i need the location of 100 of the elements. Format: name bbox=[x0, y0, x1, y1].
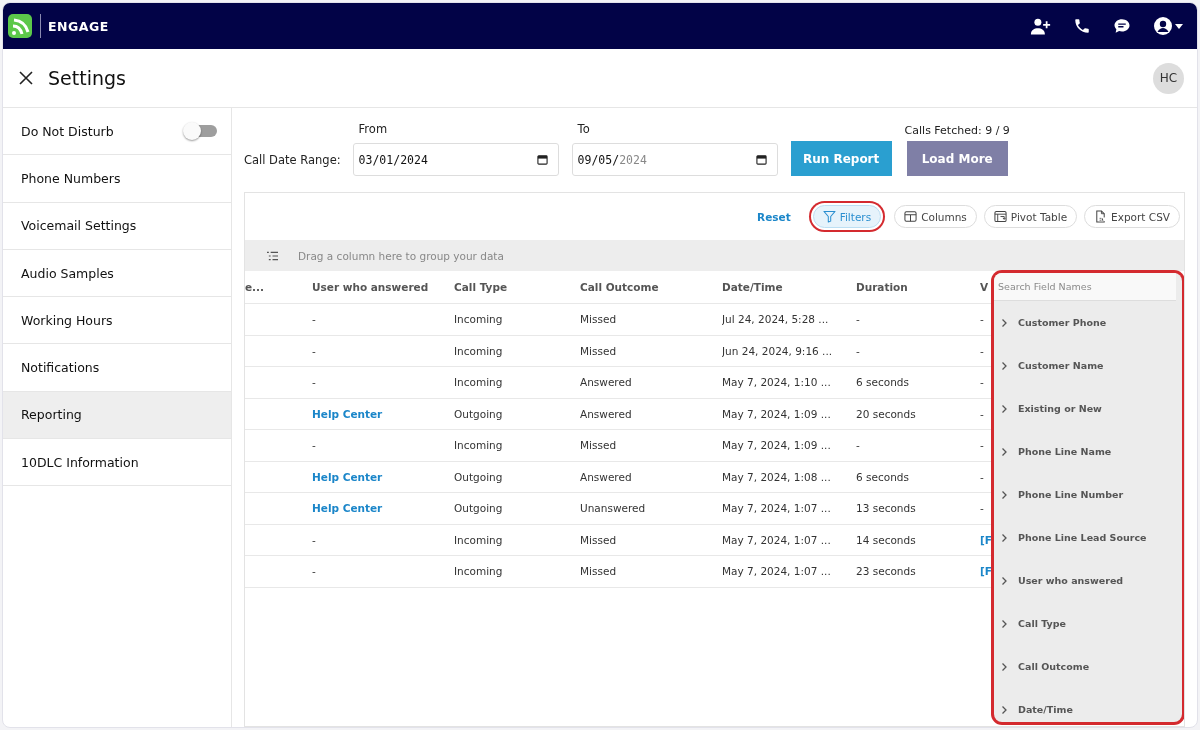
table-cell: Outgoing bbox=[454, 502, 503, 515]
close-icon[interactable] bbox=[19, 71, 33, 85]
date-field[interactable]: 09/05/2024 bbox=[571, 143, 778, 176]
filter-icon bbox=[822, 210, 836, 223]
field-name[interactable]: Date/Time bbox=[1018, 704, 1073, 715]
table-cell: Answered bbox=[580, 407, 632, 420]
table-cell: Missed bbox=[580, 439, 617, 452]
load-more-button[interactable]: Load More bbox=[906, 141, 1008, 176]
field-name[interactable]: Phone Line Number bbox=[1018, 489, 1124, 500]
column-header[interactable]: Duration bbox=[856, 281, 908, 293]
field-name[interactable]: Existing or New bbox=[1018, 403, 1102, 414]
table-cell: - bbox=[980, 439, 984, 452]
field-name[interactable]: Customer Phone bbox=[1018, 317, 1107, 328]
chevron-icon[interactable] bbox=[1000, 489, 1008, 500]
table-cell: - bbox=[312, 313, 316, 326]
calendar-icon bbox=[536, 154, 548, 165]
column-header[interactable]: V bbox=[980, 281, 989, 293]
column-header[interactable]: e... bbox=[245, 281, 265, 293]
table-cell: Answered bbox=[580, 376, 632, 389]
sidebar-item[interactable]: Phone Numbers bbox=[3, 155, 231, 203]
table-cell: - bbox=[980, 407, 984, 420]
table-cell: Outgoing bbox=[454, 470, 503, 483]
chevron-icon[interactable] bbox=[1000, 704, 1008, 715]
column-header[interactable]: User who answered bbox=[312, 281, 429, 293]
chevron-icon[interactable] bbox=[1000, 446, 1008, 457]
link[interactable]: [F bbox=[980, 565, 992, 578]
table-cell: May 7, 2024, 1:10 ... bbox=[722, 376, 831, 389]
field-name[interactable]: Customer Name bbox=[1018, 360, 1104, 371]
chevron-icon[interactable] bbox=[1000, 618, 1008, 629]
chevron-icon[interactable] bbox=[1000, 403, 1008, 414]
columns-button[interactable]: Columns bbox=[894, 205, 977, 228]
table-cell: Incoming bbox=[454, 565, 503, 578]
chevron-icon[interactable] bbox=[1000, 360, 1008, 371]
table-cell: - bbox=[980, 344, 984, 357]
table-cell: May 7, 2024, 1:09 ... bbox=[722, 407, 831, 420]
calendar-icon bbox=[755, 154, 767, 165]
link[interactable]: Help Center bbox=[312, 470, 383, 483]
field-name[interactable]: Call Type bbox=[1018, 618, 1066, 629]
sidebar-item[interactable]: 10DLC Information bbox=[3, 439, 231, 487]
page-title: Settings bbox=[48, 67, 127, 89]
chat-icon[interactable] bbox=[1113, 17, 1131, 35]
field-name[interactable]: User who answered bbox=[1018, 575, 1124, 586]
phone-icon[interactable] bbox=[1073, 17, 1091, 35]
table-cell: - bbox=[856, 313, 860, 326]
table-cell: - bbox=[980, 313, 984, 326]
pivot-table-button[interactable]: Pivot Table bbox=[983, 205, 1078, 228]
sidebar-item[interactable]: Notifications bbox=[3, 344, 231, 392]
group-hint: Drag a column here to group your data bbox=[298, 249, 504, 262]
pivot-table-icon bbox=[993, 210, 1007, 223]
table-cell: - bbox=[856, 344, 860, 357]
field-name[interactable]: Call Outcome bbox=[1018, 661, 1090, 672]
table-cell: Incoming bbox=[454, 313, 503, 326]
chevron-icon[interactable] bbox=[1000, 575, 1008, 586]
sidebar-item[interactable]: Reporting bbox=[3, 391, 231, 440]
table-cell: May 7, 2024, 1:07 ... bbox=[722, 533, 831, 546]
table-cell: 6 seconds bbox=[856, 376, 909, 389]
chevron-icon[interactable] bbox=[1000, 661, 1008, 672]
table-cell: - bbox=[312, 439, 316, 452]
table-cell: - bbox=[980, 376, 984, 389]
link[interactable]: Help Center bbox=[312, 407, 383, 420]
table-cell: 14 seconds bbox=[856, 533, 916, 546]
table-cell: - bbox=[312, 565, 316, 578]
reset-link[interactable]: Reset bbox=[757, 210, 791, 223]
sidebar-item[interactable]: Voicemail Settings bbox=[3, 202, 231, 250]
columns-icon bbox=[904, 210, 918, 223]
export-csv-button[interactable]: Export CSV bbox=[1084, 205, 1180, 228]
link[interactable]: Help Center bbox=[312, 502, 383, 515]
column-header[interactable]: Call Outcome bbox=[580, 281, 659, 293]
table-cell: Incoming bbox=[454, 533, 503, 546]
account-menu-icon[interactable] bbox=[1153, 16, 1183, 36]
table-cell: Missed bbox=[580, 533, 617, 546]
column-header[interactable]: Call Type bbox=[454, 281, 508, 293]
toggle-switch[interactable] bbox=[185, 125, 217, 138]
table-cell: - bbox=[980, 502, 984, 515]
table-cell: May 7, 2024, 1:08 ... bbox=[722, 470, 831, 483]
table-cell: Jun 24, 2024, 9:16 ... bbox=[722, 344, 833, 357]
table-cell: Missed bbox=[580, 344, 617, 357]
table-cell: Outgoing bbox=[454, 407, 503, 420]
sidebar-item[interactable]: Audio Samples bbox=[3, 249, 231, 298]
chevron-icon[interactable] bbox=[1000, 532, 1008, 543]
date-field[interactable]: 03/01/2024 bbox=[352, 143, 559, 176]
logo-icon bbox=[8, 14, 32, 38]
table-cell: - bbox=[312, 533, 316, 546]
table-cell: May 7, 2024, 1:09 ... bbox=[722, 439, 831, 452]
table-cell: Answered bbox=[580, 470, 632, 483]
group-list-icon bbox=[267, 250, 278, 261]
search-field[interactable]: Search Field Names bbox=[994, 273, 1176, 301]
table-cell: 20 seconds bbox=[856, 407, 916, 420]
table-cell: Jul 24, 2024, 5:28 ... bbox=[722, 313, 829, 326]
table-cell: May 7, 2024, 1:07 ... bbox=[722, 565, 831, 578]
field-name[interactable]: Phone Line Name bbox=[1018, 446, 1112, 457]
sidebar-item[interactable]: Working Hours bbox=[3, 297, 231, 345]
link[interactable]: [F bbox=[980, 533, 992, 546]
table-cell: 23 seconds bbox=[856, 565, 916, 578]
avatar[interactable]: HC bbox=[1153, 62, 1184, 94]
table-cell: Missed bbox=[580, 313, 617, 326]
table-cell: - bbox=[312, 376, 316, 389]
chevron-icon[interactable] bbox=[1000, 317, 1008, 328]
field-name[interactable]: Phone Line Lead Source bbox=[1018, 532, 1147, 543]
column-header[interactable]: Date/Time bbox=[722, 281, 783, 293]
